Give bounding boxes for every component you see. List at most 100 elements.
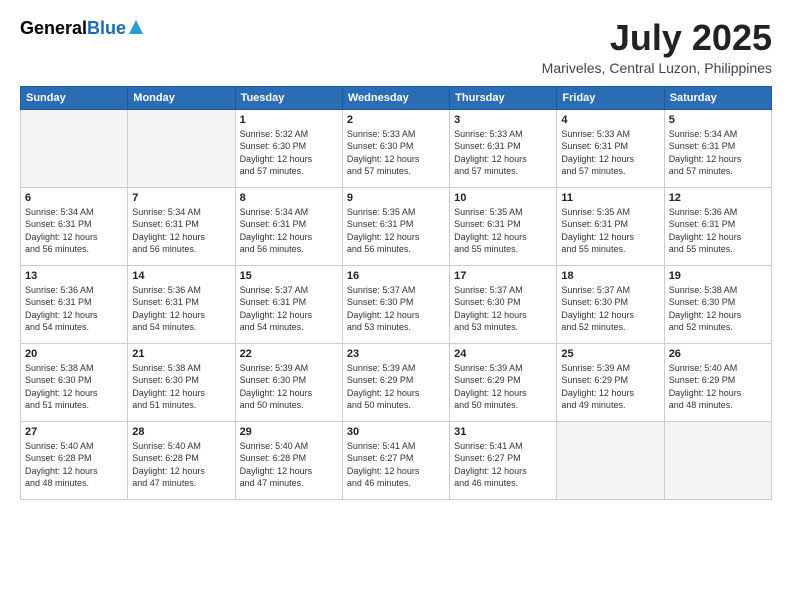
calendar-cell: 23 Sunrise: 5:39 AMSunset: 6:29 PMDayligh…	[342, 343, 449, 421]
calendar-cell	[21, 109, 128, 187]
day-info: Sunrise: 5:38 AMSunset: 6:30 PMDaylight:…	[669, 284, 767, 334]
calendar-cell: 20 Sunrise: 5:38 AMSunset: 6:30 PMDayligh…	[21, 343, 128, 421]
day-info: Sunrise: 5:34 AMSunset: 6:31 PMDaylight:…	[25, 206, 123, 256]
day-info: Sunrise: 5:37 AMSunset: 6:30 PMDaylight:…	[561, 284, 659, 334]
day-info: Sunrise: 5:38 AMSunset: 6:30 PMDaylight:…	[132, 362, 230, 412]
col-thursday: Thursday	[450, 86, 557, 109]
day-number: 1	[240, 114, 338, 126]
day-info: Sunrise: 5:34 AMSunset: 6:31 PMDaylight:…	[240, 206, 338, 256]
calendar-table: Sunday Monday Tuesday Wednesday Thursday…	[20, 86, 772, 500]
col-tuesday: Tuesday	[235, 86, 342, 109]
day-info: Sunrise: 5:37 AMSunset: 6:30 PMDaylight:…	[454, 284, 552, 334]
week-row-1: 1 Sunrise: 5:32 AMSunset: 6:30 PMDaylight…	[21, 109, 772, 187]
day-info: Sunrise: 5:36 AMSunset: 6:31 PMDaylight:…	[669, 206, 767, 256]
day-info: Sunrise: 5:36 AMSunset: 6:31 PMDaylight:…	[25, 284, 123, 334]
day-number: 7	[132, 192, 230, 204]
day-info: Sunrise: 5:35 AMSunset: 6:31 PMDaylight:…	[561, 206, 659, 256]
day-number: 8	[240, 192, 338, 204]
calendar-cell: 8 Sunrise: 5:34 AMSunset: 6:31 PMDaylight…	[235, 187, 342, 265]
day-number: 3	[454, 114, 552, 126]
day-number: 16	[347, 270, 445, 282]
logo-general: General	[20, 18, 87, 39]
calendar-header-row: Sunday Monday Tuesday Wednesday Thursday…	[21, 86, 772, 109]
logo-triangle-icon	[129, 18, 143, 39]
day-number: 13	[25, 270, 123, 282]
calendar-cell: 21 Sunrise: 5:38 AMSunset: 6:30 PMDayligh…	[128, 343, 235, 421]
calendar-cell	[664, 421, 771, 499]
calendar-cell: 31 Sunrise: 5:41 AMSunset: 6:27 PMDayligh…	[450, 421, 557, 499]
day-number: 24	[454, 348, 552, 360]
title-month: July 2025	[542, 18, 772, 58]
day-info: Sunrise: 5:33 AMSunset: 6:31 PMDaylight:…	[454, 128, 552, 178]
week-row-5: 27 Sunrise: 5:40 AMSunset: 6:28 PMDayligh…	[21, 421, 772, 499]
title-block: July 2025 Mariveles, Central Luzon, Phil…	[542, 18, 772, 76]
calendar-cell: 28 Sunrise: 5:40 AMSunset: 6:28 PMDayligh…	[128, 421, 235, 499]
col-monday: Monday	[128, 86, 235, 109]
calendar-cell: 1 Sunrise: 5:32 AMSunset: 6:30 PMDaylight…	[235, 109, 342, 187]
day-info: Sunrise: 5:32 AMSunset: 6:30 PMDaylight:…	[240, 128, 338, 178]
calendar-cell: 29Sunrise: 5:40 AMSunset: 6:28 PMDayligh…	[235, 421, 342, 499]
day-info: Sunrise: 5:40 AMSunset: 6:28 PMDaylight:…	[132, 440, 230, 490]
calendar-cell: 10Sunrise: 5:35 AMSunset: 6:31 PMDayligh…	[450, 187, 557, 265]
day-info: Sunrise: 5:41 AMSunset: 6:27 PMDaylight:…	[347, 440, 445, 490]
calendar-cell: 24 Sunrise: 5:39 AMSunset: 6:29 PMDayligh…	[450, 343, 557, 421]
day-info: Sunrise: 5:40 AMSunset: 6:29 PMDaylight:…	[669, 362, 767, 412]
day-number: 22	[240, 348, 338, 360]
day-number: 14	[132, 270, 230, 282]
calendar-cell: 26 Sunrise: 5:40 AMSunset: 6:29 PMDayligh…	[664, 343, 771, 421]
day-number: 18	[561, 270, 659, 282]
day-info: Sunrise: 5:33 AMSunset: 6:30 PMDaylight:…	[347, 128, 445, 178]
day-info: Sunrise: 5:41 AMSunset: 6:27 PMDaylight:…	[454, 440, 552, 490]
calendar-cell: 19 Sunrise: 5:38 AMSunset: 6:30 PMDayligh…	[664, 265, 771, 343]
calendar-cell: 4Sunrise: 5:33 AMSunset: 6:31 PMDaylight…	[557, 109, 664, 187]
day-info: Sunrise: 5:38 AMSunset: 6:30 PMDaylight:…	[25, 362, 123, 412]
calendar-cell: 13 Sunrise: 5:36 AMSunset: 6:31 PMDayligh…	[21, 265, 128, 343]
day-info: Sunrise: 5:39 AMSunset: 6:30 PMDaylight:…	[240, 362, 338, 412]
day-info: Sunrise: 5:40 AMSunset: 6:28 PMDaylight:…	[240, 440, 338, 490]
day-number: 2	[347, 114, 445, 126]
day-info: Sunrise: 5:35 AMSunset: 6:31 PMDaylight:…	[347, 206, 445, 256]
calendar-cell: 3 Sunrise: 5:33 AMSunset: 6:31 PMDaylight…	[450, 109, 557, 187]
day-number: 11	[561, 192, 659, 204]
day-info: Sunrise: 5:37 AMSunset: 6:31 PMDaylight:…	[240, 284, 338, 334]
week-row-4: 20 Sunrise: 5:38 AMSunset: 6:30 PMDayligh…	[21, 343, 772, 421]
calendar-cell: 7 Sunrise: 5:34 AMSunset: 6:31 PMDaylight…	[128, 187, 235, 265]
calendar-cell: 12Sunrise: 5:36 AMSunset: 6:31 PMDayligh…	[664, 187, 771, 265]
calendar-cell: 18 Sunrise: 5:37 AMSunset: 6:30 PMDayligh…	[557, 265, 664, 343]
page: GeneralBlue July 2025 Mariveles, Central…	[0, 0, 792, 612]
calendar-cell: 15Sunrise: 5:37 AMSunset: 6:31 PMDayligh…	[235, 265, 342, 343]
day-number: 5	[669, 114, 767, 126]
day-number: 9	[347, 192, 445, 204]
day-info: Sunrise: 5:34 AMSunset: 6:31 PMDaylight:…	[669, 128, 767, 178]
day-number: 23	[347, 348, 445, 360]
week-row-2: 6 Sunrise: 5:34 AMSunset: 6:31 PMDaylight…	[21, 187, 772, 265]
col-wednesday: Wednesday	[342, 86, 449, 109]
day-number: 21	[132, 348, 230, 360]
calendar-cell: 25Sunrise: 5:39 AMSunset: 6:29 PMDayligh…	[557, 343, 664, 421]
day-number: 17	[454, 270, 552, 282]
calendar-cell: 30Sunrise: 5:41 AMSunset: 6:27 PMDayligh…	[342, 421, 449, 499]
day-info: Sunrise: 5:39 AMSunset: 6:29 PMDaylight:…	[454, 362, 552, 412]
calendar-cell	[557, 421, 664, 499]
calendar-cell: 5 Sunrise: 5:34 AMSunset: 6:31 PMDaylight…	[664, 109, 771, 187]
col-friday: Friday	[557, 86, 664, 109]
day-info: Sunrise: 5:34 AMSunset: 6:31 PMDaylight:…	[132, 206, 230, 256]
col-saturday: Saturday	[664, 86, 771, 109]
calendar-cell: 14Sunrise: 5:36 AMSunset: 6:31 PMDayligh…	[128, 265, 235, 343]
day-number: 27	[25, 426, 123, 438]
calendar-cell: 27 Sunrise: 5:40 AMSunset: 6:28 PMDayligh…	[21, 421, 128, 499]
day-number: 25	[561, 348, 659, 360]
day-number: 6	[25, 192, 123, 204]
day-info: Sunrise: 5:33 AMSunset: 6:31 PMDaylight:…	[561, 128, 659, 178]
calendar-cell: 17 Sunrise: 5:37 AMSunset: 6:30 PMDayligh…	[450, 265, 557, 343]
day-number: 26	[669, 348, 767, 360]
day-number: 19	[669, 270, 767, 282]
day-info: Sunrise: 5:39 AMSunset: 6:29 PMDaylight:…	[347, 362, 445, 412]
day-number: 31	[454, 426, 552, 438]
day-number: 20	[25, 348, 123, 360]
header: GeneralBlue July 2025 Mariveles, Central…	[20, 18, 772, 76]
day-number: 28	[132, 426, 230, 438]
day-info: Sunrise: 5:37 AMSunset: 6:30 PMDaylight:…	[347, 284, 445, 334]
title-location: Mariveles, Central Luzon, Philippines	[542, 60, 772, 76]
day-info: Sunrise: 5:40 AMSunset: 6:28 PMDaylight:…	[25, 440, 123, 490]
